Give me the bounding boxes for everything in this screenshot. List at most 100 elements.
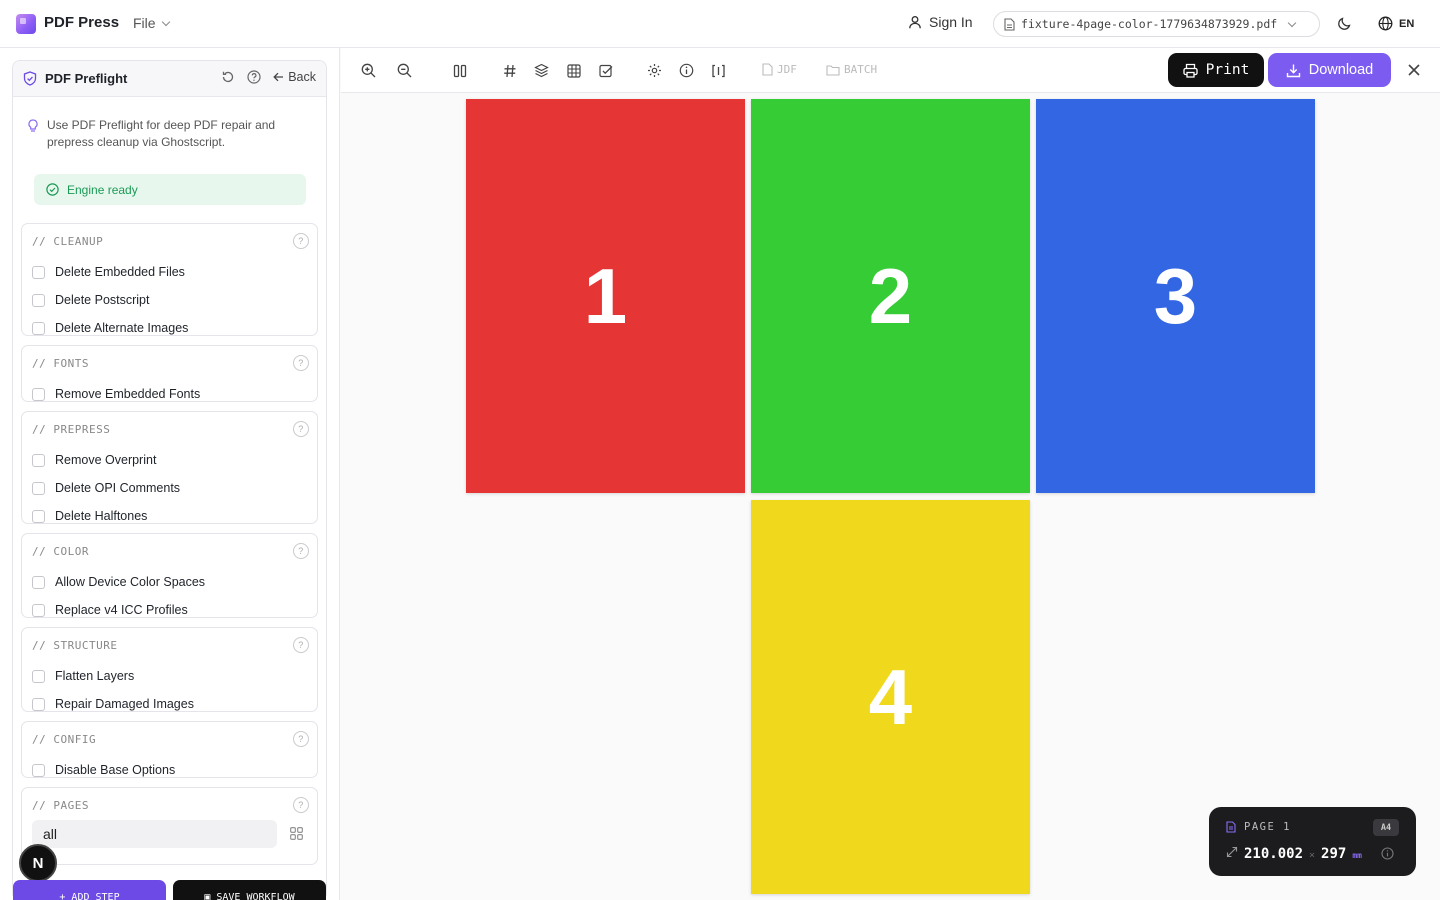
- group-pages: // PAGES? all: [21, 787, 318, 865]
- settings-icon[interactable]: [646, 62, 663, 79]
- help-icon[interactable]: ?: [293, 797, 309, 813]
- checkbox[interactable]: [32, 387, 45, 401]
- back-label: Back: [288, 70, 316, 84]
- top-bar: PDF Press File Sign In fixture-4page-col…: [0, 0, 1440, 48]
- option-label: Allow Device Color Spaces: [55, 575, 206, 589]
- info-icon[interactable]: [678, 62, 695, 79]
- back-button[interactable]: Back: [273, 70, 316, 84]
- checkbox[interactable]: [32, 669, 45, 683]
- group-title: // COLOR: [32, 544, 89, 558]
- group-title: // STRUCTURE: [32, 638, 118, 652]
- batch-button[interactable]: BATCH: [826, 63, 877, 76]
- group-color: // COLOR? Allow Device Color Spaces Repl…: [21, 533, 318, 618]
- jdf-label: JDF: [777, 63, 797, 76]
- code-brackets-icon[interactable]: [710, 62, 727, 79]
- chevron-down-icon: [161, 17, 170, 26]
- page-height: 297: [1321, 846, 1347, 862]
- group-fonts: // FONTS? Remove Embedded Fonts: [21, 345, 318, 402]
- sign-in-label: Sign In: [929, 14, 973, 30]
- help-icon[interactable]: [247, 70, 261, 84]
- option-flatten-layers[interactable]: Flatten Layers: [22, 662, 317, 690]
- option-label: Delete OPI Comments: [55, 481, 181, 495]
- page-number: 2: [868, 251, 913, 340]
- group-title: // PAGES: [32, 798, 89, 812]
- save-workflow-button[interactable]: ▣ SAVE WORKFLOW: [173, 880, 326, 900]
- columns-icon[interactable]: [451, 62, 468, 79]
- globe-icon: [1378, 16, 1393, 31]
- page-label: PAGE 1: [1244, 821, 1291, 833]
- file-menu[interactable]: File: [133, 15, 170, 31]
- pages-input[interactable]: all: [32, 820, 277, 848]
- pdf-page-4[interactable]: 4: [751, 500, 1030, 894]
- checkbox[interactable]: [32, 697, 45, 711]
- checkbox[interactable]: [32, 321, 45, 335]
- jdf-button[interactable]: JDF: [762, 63, 797, 76]
- framework-badge[interactable]: N: [19, 844, 57, 882]
- pdf-page-3[interactable]: 3: [1036, 99, 1315, 493]
- reset-icon[interactable]: [221, 70, 235, 84]
- option-label: Disable Base Options: [55, 763, 176, 777]
- add-step-label: ADD STEP: [71, 892, 120, 900]
- checkbox[interactable]: [32, 265, 45, 279]
- add-step-button[interactable]: + ADD STEP: [13, 880, 166, 900]
- option-delete-alternate-images[interactable]: Delete Alternate Images: [22, 314, 317, 342]
- sign-in-button[interactable]: Sign In: [908, 14, 973, 30]
- option-delete-halftones[interactable]: Delete Halftones: [22, 502, 317, 530]
- option-allow-device-color-spaces[interactable]: Allow Device Color Spaces: [22, 568, 317, 596]
- zoom-out-icon[interactable]: [396, 62, 413, 79]
- help-icon[interactable]: ?: [293, 233, 309, 249]
- document-icon: [762, 63, 773, 76]
- zoom-in-icon[interactable]: [360, 62, 377, 79]
- close-icon[interactable]: [1405, 61, 1423, 79]
- preflight-panel: PDF Preflight Back Use PDF Preflight for…: [12, 60, 327, 900]
- user-icon: [909, 16, 921, 29]
- option-disable-base-options[interactable]: Disable Base Options: [22, 756, 317, 784]
- option-delete-postscript[interactable]: Delete Postscript: [22, 286, 317, 314]
- shield-icon: [23, 71, 37, 86]
- option-delete-embedded-files[interactable]: Delete Embedded Files: [22, 258, 317, 286]
- language-switcher[interactable]: EN: [1378, 16, 1414, 31]
- help-icon[interactable]: ?: [293, 637, 309, 653]
- lightbulb-icon: [28, 119, 38, 132]
- checkbox[interactable]: [32, 293, 45, 307]
- engine-status: Engine ready: [34, 174, 306, 205]
- page-grid-icon[interactable]: [290, 827, 303, 840]
- info-icon[interactable]: [1381, 847, 1394, 860]
- help-icon[interactable]: ?: [293, 355, 309, 371]
- help-icon[interactable]: ?: [293, 543, 309, 559]
- chevron-down-icon: [1287, 18, 1297, 27]
- option-replace-v4-icc-profiles[interactable]: Replace v4 ICC Profiles: [22, 596, 317, 624]
- help-icon[interactable]: ?: [293, 731, 309, 747]
- pdf-page-1[interactable]: 1: [466, 99, 745, 493]
- print-button[interactable]: Print: [1168, 53, 1264, 87]
- checkbox[interactable]: [32, 575, 45, 589]
- group-cleanup: // CLEANUP? Delete Embedded Files Delete…: [21, 223, 318, 336]
- grid-icon[interactable]: [565, 62, 582, 79]
- checkbox[interactable]: [32, 603, 45, 617]
- page-number: 4: [868, 652, 913, 741]
- layers-icon[interactable]: [533, 62, 550, 79]
- checkbox[interactable]: [32, 509, 45, 523]
- option-label: Delete Halftones: [55, 509, 148, 523]
- checkbox[interactable]: [32, 481, 45, 495]
- download-button[interactable]: Download: [1268, 53, 1391, 87]
- option-repair-damaged-images[interactable]: Repair Damaged Images: [22, 690, 317, 718]
- batch-label: BATCH: [844, 63, 878, 76]
- option-delete-opi-comments[interactable]: Delete OPI Comments: [22, 474, 317, 502]
- check-circle-icon: [46, 183, 59, 196]
- file-selector[interactable]: fixture-4page-color-1779634873929.pdf: [993, 11, 1320, 37]
- checkbox-icon[interactable]: [597, 62, 614, 79]
- save-icon: ▣: [204, 892, 211, 900]
- help-icon[interactable]: ?: [293, 421, 309, 437]
- panel-title: PDF Preflight: [45, 71, 128, 86]
- save-workflow-label: SAVE WORKFLOW: [216, 892, 295, 900]
- checkbox[interactable]: [32, 453, 45, 467]
- page-numbers-icon[interactable]: [501, 62, 518, 79]
- pdf-page-2[interactable]: 2: [751, 99, 1030, 493]
- option-remove-embedded-fonts[interactable]: Remove Embedded Fonts: [22, 380, 317, 408]
- language-label: EN: [1399, 17, 1415, 30]
- option-label: Delete Postscript: [55, 293, 150, 307]
- option-remove-overprint[interactable]: Remove Overprint: [22, 446, 317, 474]
- dark-mode-icon[interactable]: [1337, 16, 1352, 31]
- checkbox[interactable]: [32, 763, 45, 777]
